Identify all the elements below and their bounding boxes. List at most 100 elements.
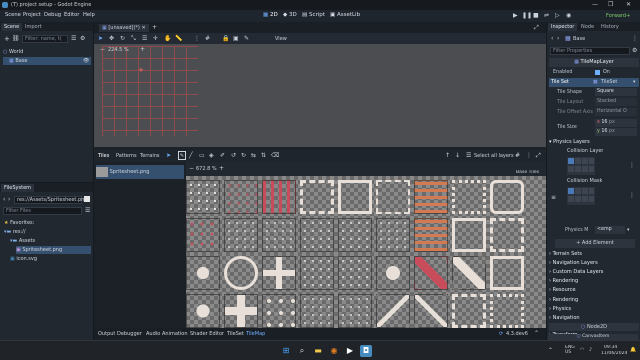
menu-scene[interactable]: Scene <box>5 12 21 18</box>
flip-h-icon[interactable]: ⇆ <box>251 152 256 159</box>
tile[interactable] <box>376 294 410 328</box>
tile[interactable] <box>490 294 524 328</box>
tile[interactable] <box>300 294 334 328</box>
remote-debug-icon[interactable]: ⇌ <box>544 12 549 19</box>
file-spritesheet[interactable]: ▣ Spritesheet.png <box>16 246 91 254</box>
visibility-icon[interactable]: 👁 <box>83 57 89 65</box>
tile[interactable] <box>186 180 220 214</box>
forward-icon[interactable]: › <box>8 196 10 203</box>
tile[interactable] <box>338 180 372 214</box>
folder-assets[interactable]: ▾▬ Assets <box>10 237 35 245</box>
tray-chevron-icon[interactable]: ⌃ <box>548 347 553 354</box>
tree-item-base[interactable]: ▦ Base 👁 <box>3 57 91 65</box>
tile[interactable] <box>186 256 220 290</box>
tile[interactable] <box>338 218 372 252</box>
minimize-button[interactable]: — <box>592 1 598 8</box>
menu-project[interactable]: Project <box>23 12 41 18</box>
tile[interactable] <box>300 218 334 252</box>
physics-material-value[interactable]: <emp <box>595 226 625 234</box>
object-menu-icon[interactable]: ⋮ <box>632 35 638 42</box>
movie-maker-icon[interactable]: ◉ <box>566 12 571 19</box>
tab-debugger[interactable]: Debugger <box>117 331 142 337</box>
script-attach-icon[interactable]: ⚙ <box>80 35 85 42</box>
tile[interactable] <box>490 256 524 290</box>
zoom-out-icon[interactable]: − <box>189 165 194 172</box>
workspace-assetlib[interactable]: ▣ AssetLib <box>330 12 360 18</box>
tile[interactable] <box>452 294 486 328</box>
file-filter-input[interactable]: Filter Files <box>3 207 82 215</box>
tile[interactable] <box>262 218 296 252</box>
tile[interactable] <box>490 218 524 252</box>
tile-atlas-view[interactable] <box>186 176 546 328</box>
section-custom-data-layers[interactable]: › Custom Data Layers <box>549 268 639 277</box>
tab-shader-editor[interactable]: Shader Editor <box>190 331 224 337</box>
line-tool-icon[interactable]: ╱ <box>189 152 193 159</box>
atlas-zoom-label[interactable]: 672.8 % <box>196 166 217 172</box>
file-icon-svg[interactable]: ▣ icon.svg <box>10 255 37 263</box>
property-filter-input[interactable]: Filter Properties <box>550 47 630 55</box>
media-player-icon[interactable]: ▶ <box>344 345 356 357</box>
bone-icon[interactable]: ✎ <box>244 35 249 42</box>
tile[interactable] <box>414 180 448 214</box>
eraser-icon[interactable]: ⌫ <box>271 152 279 159</box>
tile-offset-axis-select[interactable]: Horizontal O <box>595 108 637 116</box>
list-select-icon[interactable]: ☰ <box>142 35 147 42</box>
clock-time[interactable]: 09:34 <box>604 345 617 350</box>
dropdown-icon[interactable]: ▾ <box>633 78 635 87</box>
bottom-panel-toggle-icon[interactable]: ⌃ <box>534 330 539 337</box>
pause-icon[interactable]: ❚❚ <box>522 12 532 19</box>
tab-animation[interactable]: Animation <box>162 331 188 337</box>
tab-filesystem[interactable]: FileSystem <box>1 184 35 192</box>
godot-taskbar-icon[interactable]: ◘ <box>360 345 372 357</box>
pivot-tool-icon[interactable]: ✛ <box>153 35 158 42</box>
tab-scene[interactable]: Scene <box>1 23 23 31</box>
section-physics-layers[interactable]: ▾ Physics Layers <box>549 138 639 147</box>
bucket-tool-icon[interactable]: ◈ <box>209 152 214 159</box>
play-icon[interactable]: ▶ <box>513 12 518 19</box>
tile-layout-select[interactable]: Stacked <box>595 98 637 106</box>
panel-expand-icon[interactable]: ⤢ <box>536 152 541 160</box>
scale-tool-icon[interactable]: ⤡ <box>131 35 136 43</box>
tab-audio[interactable]: Audio <box>146 331 160 337</box>
volume-icon[interactable]: ♪ <box>589 347 592 353</box>
collision-mask-grid[interactable] <box>567 187 595 205</box>
tile-size-y-field[interactable]: y 16 px <box>595 128 637 136</box>
split-mode-icon[interactable] <box>84 196 90 202</box>
viewport-zoom-label[interactable]: 224.5 % <box>108 47 129 53</box>
tile[interactable] <box>224 218 258 252</box>
tile[interactable] <box>490 180 524 214</box>
tile[interactable] <box>300 256 334 290</box>
more-options-icon[interactable]: ⋮ <box>526 152 532 159</box>
add-element-button[interactable]: + Add Element <box>555 239 635 248</box>
tile[interactable] <box>376 256 410 290</box>
tab-tiles[interactable]: Tiles <box>98 153 109 159</box>
tile-shape-select[interactable]: Square <box>595 88 637 96</box>
menu-help[interactable]: Help <box>83 12 95 18</box>
group-icon[interactable]: ▣ <box>233 35 239 42</box>
tab-output[interactable]: Output <box>98 331 115 337</box>
maximize-button[interactable]: ❐ <box>608 1 613 8</box>
menu-debug[interactable]: Debug <box>44 12 61 18</box>
section-resource[interactable]: › Resource <box>549 286 639 295</box>
source-item-spritesheet[interactable]: Spritesheet.png <box>96 165 184 179</box>
add-node-icon[interactable]: + <box>4 35 10 43</box>
favorites-item[interactable]: ★ Favorites: <box>4 219 34 227</box>
tile[interactable] <box>224 256 258 290</box>
canvas-viewport[interactable]: + − 224.5 % + <box>94 44 546 147</box>
workspace-2d[interactable]: ▦ 2D <box>263 12 278 18</box>
scene-filter-input[interactable]: Filter: name, t( <box>22 35 68 43</box>
section-rendering[interactable]: › Rendering <box>549 277 639 286</box>
edited-object-name[interactable]: Base <box>573 36 585 42</box>
tile[interactable] <box>452 180 486 214</box>
rect-tool-icon[interactable]: ▭ <box>199 152 205 159</box>
sort-icon[interactable]: ☰ <box>85 207 90 214</box>
stop-icon[interactable]: ■ <box>533 12 539 19</box>
group-navigation[interactable]: › Navigation <box>549 314 639 323</box>
path-field[interactable]: res://Assets/Spritesheet.pn <box>14 196 84 204</box>
workspace-3d[interactable]: ◆ 3D <box>283 12 297 18</box>
history-forward-icon[interactable]: › <box>557 35 559 42</box>
tile[interactable] <box>262 256 296 290</box>
renderer-selector[interactable]: Forward+ <box>606 13 630 19</box>
rotate-tool-icon[interactable]: ↻ <box>120 35 125 42</box>
tile[interactable] <box>262 180 296 214</box>
